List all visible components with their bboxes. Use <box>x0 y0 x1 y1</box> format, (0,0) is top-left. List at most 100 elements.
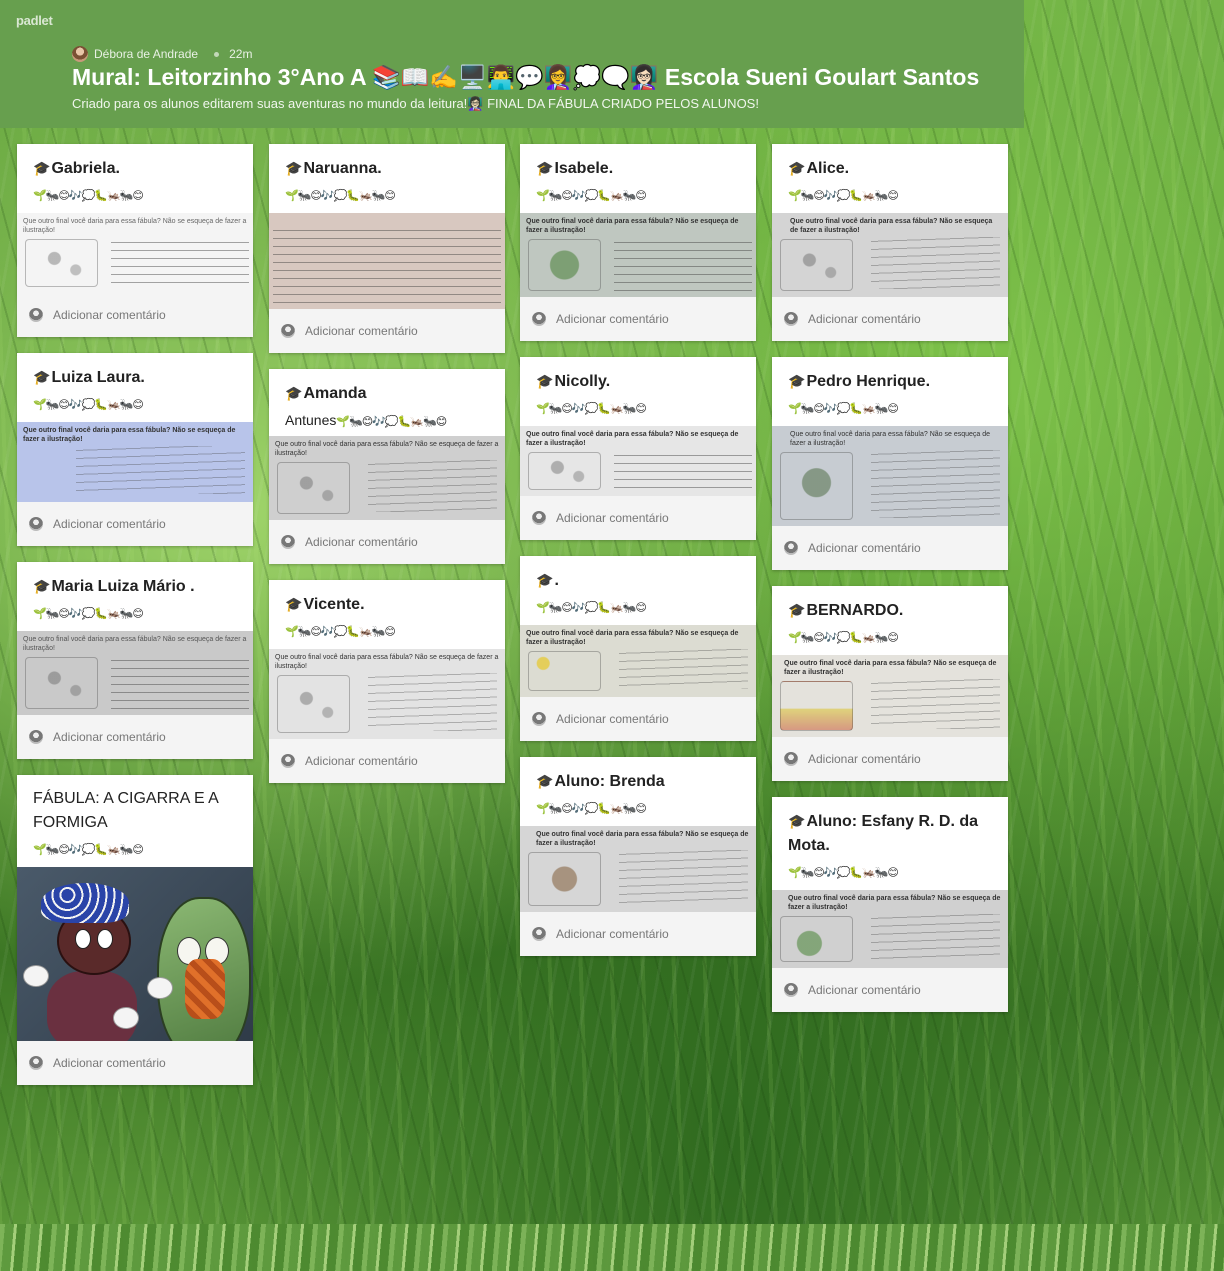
author-name[interactable]: Débora de Andrade <box>94 47 198 61</box>
worksheet-question: Que outro final você daria para essa fáb… <box>526 431 739 447</box>
comment-footer[interactable]: Adicionar comentário <box>17 502 253 546</box>
column-4: 🎓Alice. 🌱🐜😊🎶💭🐛🦗🐜😊 Que outro final você d… <box>772 144 1008 1028</box>
user-avatar-icon <box>281 535 295 549</box>
post-emoji-line: 🌱🐜😊🎶💭🐛🦗🐜😊 <box>536 803 647 815</box>
worksheet-question: Que outro final você daria para essa fáb… <box>275 654 499 670</box>
add-comment-link[interactable]: Adicionar comentário <box>556 927 669 941</box>
add-comment-link[interactable]: Adicionar comentário <box>53 517 166 531</box>
graduation-cap-icon: 🎓 <box>536 373 554 389</box>
timestamp: 22m <box>229 47 253 61</box>
post-emoji-line: 🌱🐜😊🎶💭🐛🦗🐜😊 <box>788 632 899 644</box>
add-comment-link[interactable]: Adicionar comentário <box>808 312 921 326</box>
comment-footer[interactable]: Adicionar comentário <box>269 739 505 783</box>
post-attachment-image[interactable]: Que outro final você daria para essa fáb… <box>772 890 1008 968</box>
worksheet-question: Que outro final você daria para essa fáb… <box>790 218 993 234</box>
graduation-cap-icon: 🎓 <box>536 572 554 588</box>
post-card[interactable]: 🎓Aluno: Brenda 🌱🐜😊🎶💭🐛🦗🐜😊 Que outro final… <box>520 757 756 956</box>
user-avatar-icon <box>281 324 295 338</box>
post-attachment-image[interactable]: Que outro final você daria para essa fáb… <box>772 655 1008 737</box>
post-title: 🎓Amanda <box>285 385 367 402</box>
add-comment-link[interactable]: Adicionar comentário <box>556 312 669 326</box>
post-card[interactable]: 🎓. 🌱🐜😊🎶💭🐛🦗🐜😊 Que outro final você daria … <box>520 556 756 741</box>
add-comment-link[interactable]: Adicionar comentário <box>53 730 166 744</box>
add-comment-link[interactable]: Adicionar comentário <box>305 754 418 768</box>
post-card[interactable]: 🎓Maria Luiza Mário . 🌱🐜😊🎶💭🐛🦗🐜😊 Que outro… <box>17 562 253 759</box>
comment-footer[interactable]: Adicionar comentário <box>772 968 1008 1012</box>
user-avatar-icon <box>784 541 798 555</box>
user-avatar-icon <box>532 927 546 941</box>
post-title: 🎓Gabriela. <box>33 160 120 177</box>
post-title: FÁBULA: A CIGARRA E A FORMIGA <box>33 790 218 831</box>
graduation-cap-icon: 🎓 <box>285 596 303 612</box>
comment-footer[interactable]: Adicionar comentário <box>17 293 253 337</box>
user-avatar-icon <box>784 983 798 997</box>
post-card[interactable]: FÁBULA: A CIGARRA E A FORMIGA 🌱🐜😊🎶💭🐛🦗🐜😊 … <box>17 775 253 1085</box>
post-emoji-line: 🌱🐜😊🎶💭🐛🦗🐜😊 <box>536 602 647 614</box>
user-avatar-icon <box>29 730 43 744</box>
graduation-cap-icon: 🎓 <box>788 373 806 389</box>
post-description: Antunes🌱🐜😊🎶💭🐛🦗🐜😊 <box>285 412 447 428</box>
add-comment-link[interactable]: Adicionar comentário <box>808 983 921 997</box>
author-avatar[interactable] <box>72 46 88 62</box>
post-attachment-image[interactable]: Que outro final você daria para essa fáb… <box>520 826 756 912</box>
post-card[interactable]: 🎓Pedro Henrique. 🌱🐜😊🎶💭🐛🦗🐜😊 Que outro fin… <box>772 357 1008 570</box>
add-comment-link[interactable]: Adicionar comentário <box>808 541 921 555</box>
post-attachment-image[interactable]: Que outro final você daria para essa fáb… <box>17 213 253 293</box>
graduation-cap-icon: 🎓 <box>788 160 806 176</box>
worksheet-question: Que outro final você daria para essa fáb… <box>788 895 1001 911</box>
comment-footer[interactable]: Adicionar comentário <box>772 297 1008 341</box>
comment-footer[interactable]: Adicionar comentário <box>520 697 756 741</box>
post-attachment-image[interactable]: Que outro final você daria para essa fáb… <box>772 213 1008 297</box>
post-attachment-image[interactable] <box>269 213 505 309</box>
comment-footer[interactable]: Adicionar comentário <box>520 496 756 540</box>
add-comment-link[interactable]: Adicionar comentário <box>305 535 418 549</box>
worksheet-question: Que outro final você daria para essa fáb… <box>23 636 247 652</box>
post-card[interactable]: 🎓Vicente. 🌱🐜😊🎶💭🐛🦗🐜😊 Que outro final você… <box>269 580 505 783</box>
post-card[interactable]: 🎓Nicolly. 🌱🐜😊🎶💭🐛🦗🐜😊 Que outro final você… <box>520 357 756 540</box>
post-attachment-image[interactable]: Que outro final você daria para essa fáb… <box>269 649 505 739</box>
post-card[interactable]: 🎓Gabriela. 🌱🐜😊🎶💭🐛🦗🐜😊 Que outro final voc… <box>17 144 253 337</box>
add-comment-link[interactable]: Adicionar comentário <box>53 308 166 322</box>
post-title: 🎓Luiza Laura. <box>33 369 145 386</box>
post-card[interactable]: 🎓Amanda Antunes🌱🐜😊🎶💭🐛🦗🐜😊 Que outro final… <box>269 369 505 564</box>
user-avatar-icon <box>784 312 798 326</box>
post-title: 🎓Naruanna. <box>285 160 382 177</box>
worksheet-question: Que outro final você daria para essa fáb… <box>790 431 991 447</box>
comment-footer[interactable]: Adicionar comentário <box>520 912 756 956</box>
comment-footer[interactable]: Adicionar comentário <box>269 520 505 564</box>
post-emoji-line: 🌱🐜😊🎶💭🐛🦗🐜😊 <box>788 403 899 415</box>
post-attachment-image[interactable]: Que outro final você daria para essa fáb… <box>520 213 756 297</box>
post-card[interactable]: 🎓Alice. 🌱🐜😊🎶💭🐛🦗🐜😊 Que outro final você d… <box>772 144 1008 341</box>
add-comment-link[interactable]: Adicionar comentário <box>808 752 921 766</box>
post-attachment-image[interactable]: Que outro final você daria para essa fáb… <box>520 426 756 496</box>
board-header: padlet Débora de Andrade 22m Mural: Leit… <box>0 0 1024 128</box>
comment-footer[interactable]: Adicionar comentário <box>269 309 505 353</box>
add-comment-link[interactable]: Adicionar comentário <box>305 324 418 338</box>
padlet-logo[interactable]: padlet <box>16 13 53 28</box>
post-card[interactable]: 🎓Luiza Laura. 🌱🐜😊🎶💭🐛🦗🐜😊 Que outro final … <box>17 353 253 546</box>
graduation-cap-icon: 🎓 <box>788 813 806 829</box>
post-title: 🎓Aluno: Esfany R. D. da Mota. <box>788 813 979 854</box>
post-card[interactable]: 🎓Naruanna. 🌱🐜😊🎶💭🐛🦗🐜😊 Adicionar comentári… <box>269 144 505 353</box>
add-comment-link[interactable]: Adicionar comentário <box>556 712 669 726</box>
post-attachment-image[interactable]: Que outro final você daria para essa fáb… <box>772 426 1008 526</box>
comment-footer[interactable]: Adicionar comentário <box>17 1041 253 1085</box>
add-comment-link[interactable]: Adicionar comentário <box>53 1056 166 1070</box>
add-comment-link[interactable]: Adicionar comentário <box>556 511 669 525</box>
worksheet-question: Que outro final você daria para essa fáb… <box>784 660 997 676</box>
comment-footer[interactable]: Adicionar comentário <box>17 715 253 759</box>
post-attachment-image[interactable]: Que outro final você daria para essa fáb… <box>520 625 756 697</box>
post-attachment-image[interactable]: Que outro final você daria para essa fáb… <box>17 631 253 715</box>
worksheet-question: Que outro final você daria para essa fáb… <box>526 218 739 234</box>
post-attachment-image[interactable]: Que outro final você daria para essa fáb… <box>17 422 253 502</box>
graduation-cap-icon: 🎓 <box>33 160 51 176</box>
comment-footer[interactable]: Adicionar comentário <box>772 526 1008 570</box>
comment-footer[interactable]: Adicionar comentário <box>520 297 756 341</box>
post-card[interactable]: 🎓Isabele. 🌱🐜😊🎶💭🐛🦗🐜😊 Que outro final você… <box>520 144 756 341</box>
user-avatar-icon <box>29 517 43 531</box>
post-card[interactable]: 🎓Aluno: Esfany R. D. da Mota. 🌱🐜😊🎶💭🐛🦗🐜😊 … <box>772 797 1008 1012</box>
comment-footer[interactable]: Adicionar comentário <box>772 737 1008 781</box>
fable-illustration-image[interactable] <box>17 867 253 1041</box>
post-card[interactable]: 🎓BERNARDO. 🌱🐜😊🎶💭🐛🦗🐜😊 Que outro final voc… <box>772 586 1008 781</box>
post-attachment-image[interactable]: Que outro final você daria para essa fáb… <box>269 436 505 520</box>
